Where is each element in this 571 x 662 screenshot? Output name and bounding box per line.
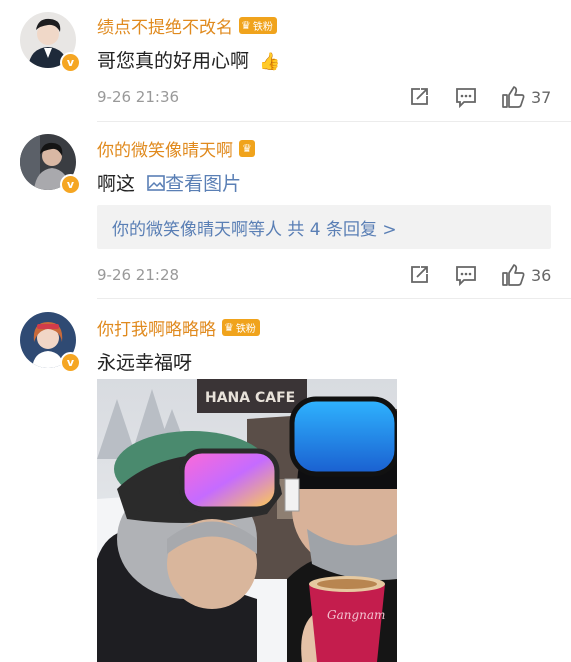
thumb-up-icon xyxy=(502,86,525,108)
ski-selfie-image: HANA CAFE Gangnam xyxy=(97,379,397,662)
like-button[interactable]: 37 xyxy=(501,85,551,109)
v-badge-icon: v xyxy=(60,174,81,195)
comment-text: 啊这 查看图片 xyxy=(97,169,241,196)
comment-2: v 你的微笑像晴天啊 ♛ 啊这 查看图片 你的微笑像晴天啊等人 共 4 条回复 … xyxy=(0,122,571,299)
comment-text-content: 哥您真的好用心啊 xyxy=(97,50,250,72)
avatar-wrap[interactable]: v xyxy=(20,134,81,195)
comment-icon xyxy=(456,266,476,286)
username-row: 绩点不提绝不改名 ♛ 铁粉 xyxy=(97,13,277,38)
repost-button[interactable] xyxy=(408,264,430,286)
attached-photo[interactable]: HANA CAFE Gangnam xyxy=(97,379,397,662)
like-count: 36 xyxy=(531,265,552,285)
thumb-up-icon xyxy=(502,264,525,286)
comment-button[interactable] xyxy=(455,264,477,286)
reply-summary-label: 你的微笑像晴天啊等人 共 4 条回复 > xyxy=(112,219,397,240)
username-row: 你打我啊略略略 ♛ 铁粉 xyxy=(97,315,260,340)
fan-badge-label: 铁粉 xyxy=(252,22,273,33)
reply-summary[interactable]: 你的微笑像晴天啊等人 共 4 条回复 > xyxy=(97,205,551,249)
comment-time: 9-26 21:36 xyxy=(97,88,180,106)
fan-badge: ♛ 铁粉 xyxy=(222,319,260,336)
view-image-label: 查看图片 xyxy=(165,173,242,195)
v-badge-icon: v xyxy=(60,352,81,373)
repost-button[interactable] xyxy=(408,86,430,108)
crown-icon: ♛ xyxy=(241,19,251,32)
comment-1: v 绩点不提绝不改名 ♛ 铁粉 哥您真的好用心啊 👍 9-26 21:36 37 xyxy=(0,0,571,122)
vip-crown-badge: ♛ xyxy=(239,140,255,157)
username[interactable]: 你打我啊略略略 xyxy=(97,315,216,340)
username[interactable]: 你的微笑像晴天啊 xyxy=(97,136,233,161)
fan-badge-label: 铁粉 xyxy=(235,324,256,335)
comment-text-content: 啊这 xyxy=(97,173,136,195)
like-button[interactable]: 36 xyxy=(501,263,551,287)
comment-time: 9-26 21:28 xyxy=(97,266,180,284)
username-row: 你的微笑像晴天啊 ♛ xyxy=(97,136,255,161)
comment-text: 永远幸福呀 xyxy=(97,352,193,374)
like-count: 37 xyxy=(531,87,552,107)
fan-badge: ♛ 铁粉 xyxy=(239,17,277,34)
comment-button[interactable] xyxy=(455,86,477,108)
cup-text: Gangnam xyxy=(327,608,385,622)
cafe-sign-text: HANA CAFE xyxy=(205,390,295,406)
view-image-link[interactable]: 查看图片 xyxy=(147,173,241,195)
username[interactable]: 绩点不提绝不改名 xyxy=(97,13,233,38)
crown-icon: ♛ xyxy=(242,142,252,155)
v-badge-icon: v xyxy=(60,52,81,73)
image-icon xyxy=(147,175,165,191)
repost-icon xyxy=(411,266,428,283)
comment-text: 哥您真的好用心啊 👍 xyxy=(97,46,280,73)
avatar-wrap[interactable]: v xyxy=(20,12,81,73)
crown-icon: ♛ xyxy=(224,321,234,334)
repost-icon xyxy=(411,88,428,105)
avatar-wrap[interactable]: v xyxy=(20,312,81,373)
comment-icon xyxy=(456,88,476,108)
thumb-emoji: 👍 xyxy=(259,52,281,72)
